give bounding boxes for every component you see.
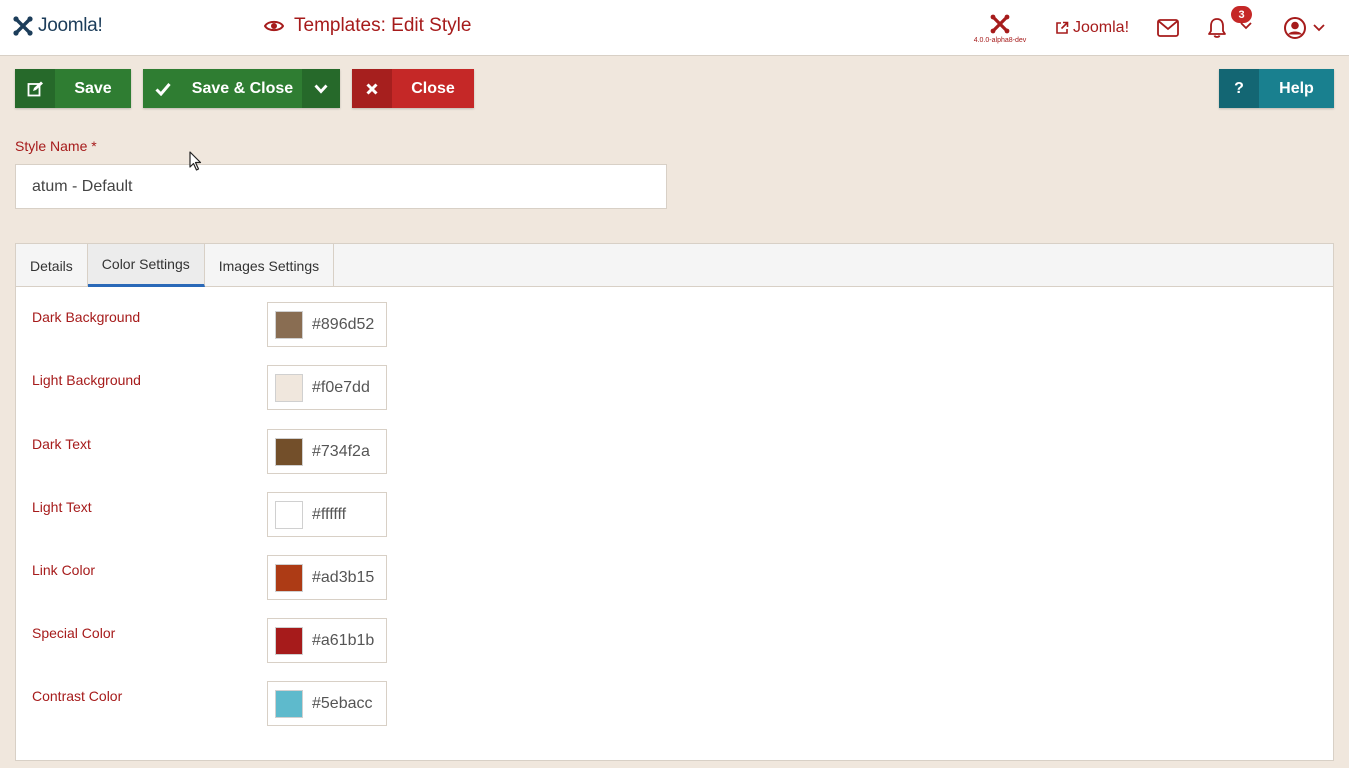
tab-images-settings[interactable]: Images Settings <box>205 244 335 287</box>
color-row-dark-text: Dark Text #734f2a <box>32 429 392 475</box>
color-label: Link Color <box>32 562 96 578</box>
external-link-icon <box>1056 21 1069 34</box>
color-swatch[interactable] <box>275 563 303 592</box>
joomla-version-icon <box>990 14 1010 33</box>
tabs-panel: Details Color Settings Images Settings D… <box>15 243 1334 761</box>
page-title: Templates: Edit Style <box>264 15 471 37</box>
save-close-button[interactable]: Save & Close <box>143 69 340 108</box>
version-block[interactable]: 4.0.0-alpha8-dev <box>968 0 1032 56</box>
tab-bar: Details Color Settings Images Settings <box>16 244 1333 287</box>
color-row-link-color: Link Color #ad3b15 <box>32 555 392 601</box>
page-title-text: Templates: Edit Style <box>294 15 472 36</box>
chevron-down-icon <box>1313 24 1325 32</box>
color-value[interactable]: #734f2a <box>312 443 374 461</box>
color-swatch[interactable] <box>275 310 303 339</box>
color-picker-link-color[interactable]: #ad3b15 <box>267 555 387 600</box>
color-picker-dark-background[interactable]: #896d52 <box>267 302 387 347</box>
color-picker-contrast-color[interactable]: #5ebacc <box>267 681 387 726</box>
site-link[interactable]: Joomla! <box>1055 0 1129 56</box>
color-picker-special-color[interactable]: #a61b1b <box>267 618 387 663</box>
messages-button[interactable] <box>1157 0 1179 56</box>
user-icon <box>1284 17 1306 39</box>
question-icon: ? <box>1219 69 1259 108</box>
notification-badge: 3 <box>1231 6 1252 23</box>
save-close-label: Save & Close <box>191 79 294 97</box>
color-label: Light Background <box>32 372 141 388</box>
close-button[interactable]: Close <box>352 69 474 108</box>
color-picker-light-background[interactable]: #f0e7dd <box>267 365 387 410</box>
version-text: 4.0.0-alpha8-dev <box>973 36 1027 44</box>
style-name-input[interactable] <box>15 164 667 209</box>
help-button[interactable]: ? Help <box>1219 69 1334 108</box>
logo-text: Joomla! <box>38 15 103 36</box>
question-glyph: ? <box>1234 79 1244 97</box>
help-label: Help <box>1279 79 1314 97</box>
tab-details[interactable]: Details <box>16 244 88 287</box>
user-menu-button[interactable] <box>1283 0 1325 56</box>
color-value[interactable]: #ffffff <box>312 506 374 524</box>
color-row-dark-background: Dark Background #896d52 <box>32 302 392 348</box>
color-label: Light Text <box>32 499 92 515</box>
header: Joomla! Templates: Edit Style 4.0.0-alph… <box>0 0 1349 56</box>
joomla-logo[interactable]: Joomla! <box>12 15 103 37</box>
color-value[interactable]: #5ebacc <box>312 695 374 713</box>
mouse-cursor-icon <box>189 151 202 171</box>
save-dropdown-toggle[interactable] <box>302 69 340 108</box>
color-label: Contrast Color <box>32 688 123 704</box>
chevron-down-icon <box>314 84 328 94</box>
eye-icon <box>264 20 284 32</box>
color-swatch[interactable] <box>275 626 303 655</box>
color-label: Dark Background <box>32 309 141 325</box>
color-row-light-background: Light Background #f0e7dd <box>32 365 392 411</box>
color-label: Dark Text <box>32 436 91 452</box>
color-picker-dark-text[interactable]: #734f2a <box>267 429 387 474</box>
site-link-label: Joomla! <box>1073 19 1130 36</box>
notifications-button[interactable] <box>1206 0 1228 56</box>
color-swatch[interactable] <box>275 437 303 466</box>
style-name-label: Style Name * <box>15 138 97 154</box>
color-label: Special Color <box>32 625 116 641</box>
color-value[interactable]: #a61b1b <box>312 632 374 650</box>
color-swatch[interactable] <box>275 689 303 718</box>
save-button[interactable]: Save <box>15 69 131 108</box>
check-icon <box>143 69 183 108</box>
color-value[interactable]: #f0e7dd <box>312 379 374 397</box>
color-row-contrast-color: Contrast Color #5ebacc <box>32 681 392 727</box>
bell-icon <box>1208 18 1226 38</box>
chevron-down-icon[interactable] <box>1240 22 1252 30</box>
tab-color-settings[interactable]: Color Settings <box>87 244 205 287</box>
edit-icon <box>15 69 55 108</box>
color-row-special-color: Special Color #a61b1b <box>32 618 392 664</box>
save-label: Save <box>74 79 112 97</box>
color-swatch[interactable] <box>275 373 303 402</box>
color-value[interactable]: #896d52 <box>312 316 374 334</box>
color-swatch[interactable] <box>275 500 303 529</box>
color-picker-light-text[interactable]: #ffffff <box>267 492 387 537</box>
envelope-icon <box>1157 19 1179 37</box>
color-value[interactable]: #ad3b15 <box>312 569 374 587</box>
close-icon <box>352 69 392 108</box>
color-row-light-text: Light Text #ffffff <box>32 492 392 538</box>
close-label: Close <box>411 79 455 97</box>
joomla-logo-icon <box>13 16 33 36</box>
